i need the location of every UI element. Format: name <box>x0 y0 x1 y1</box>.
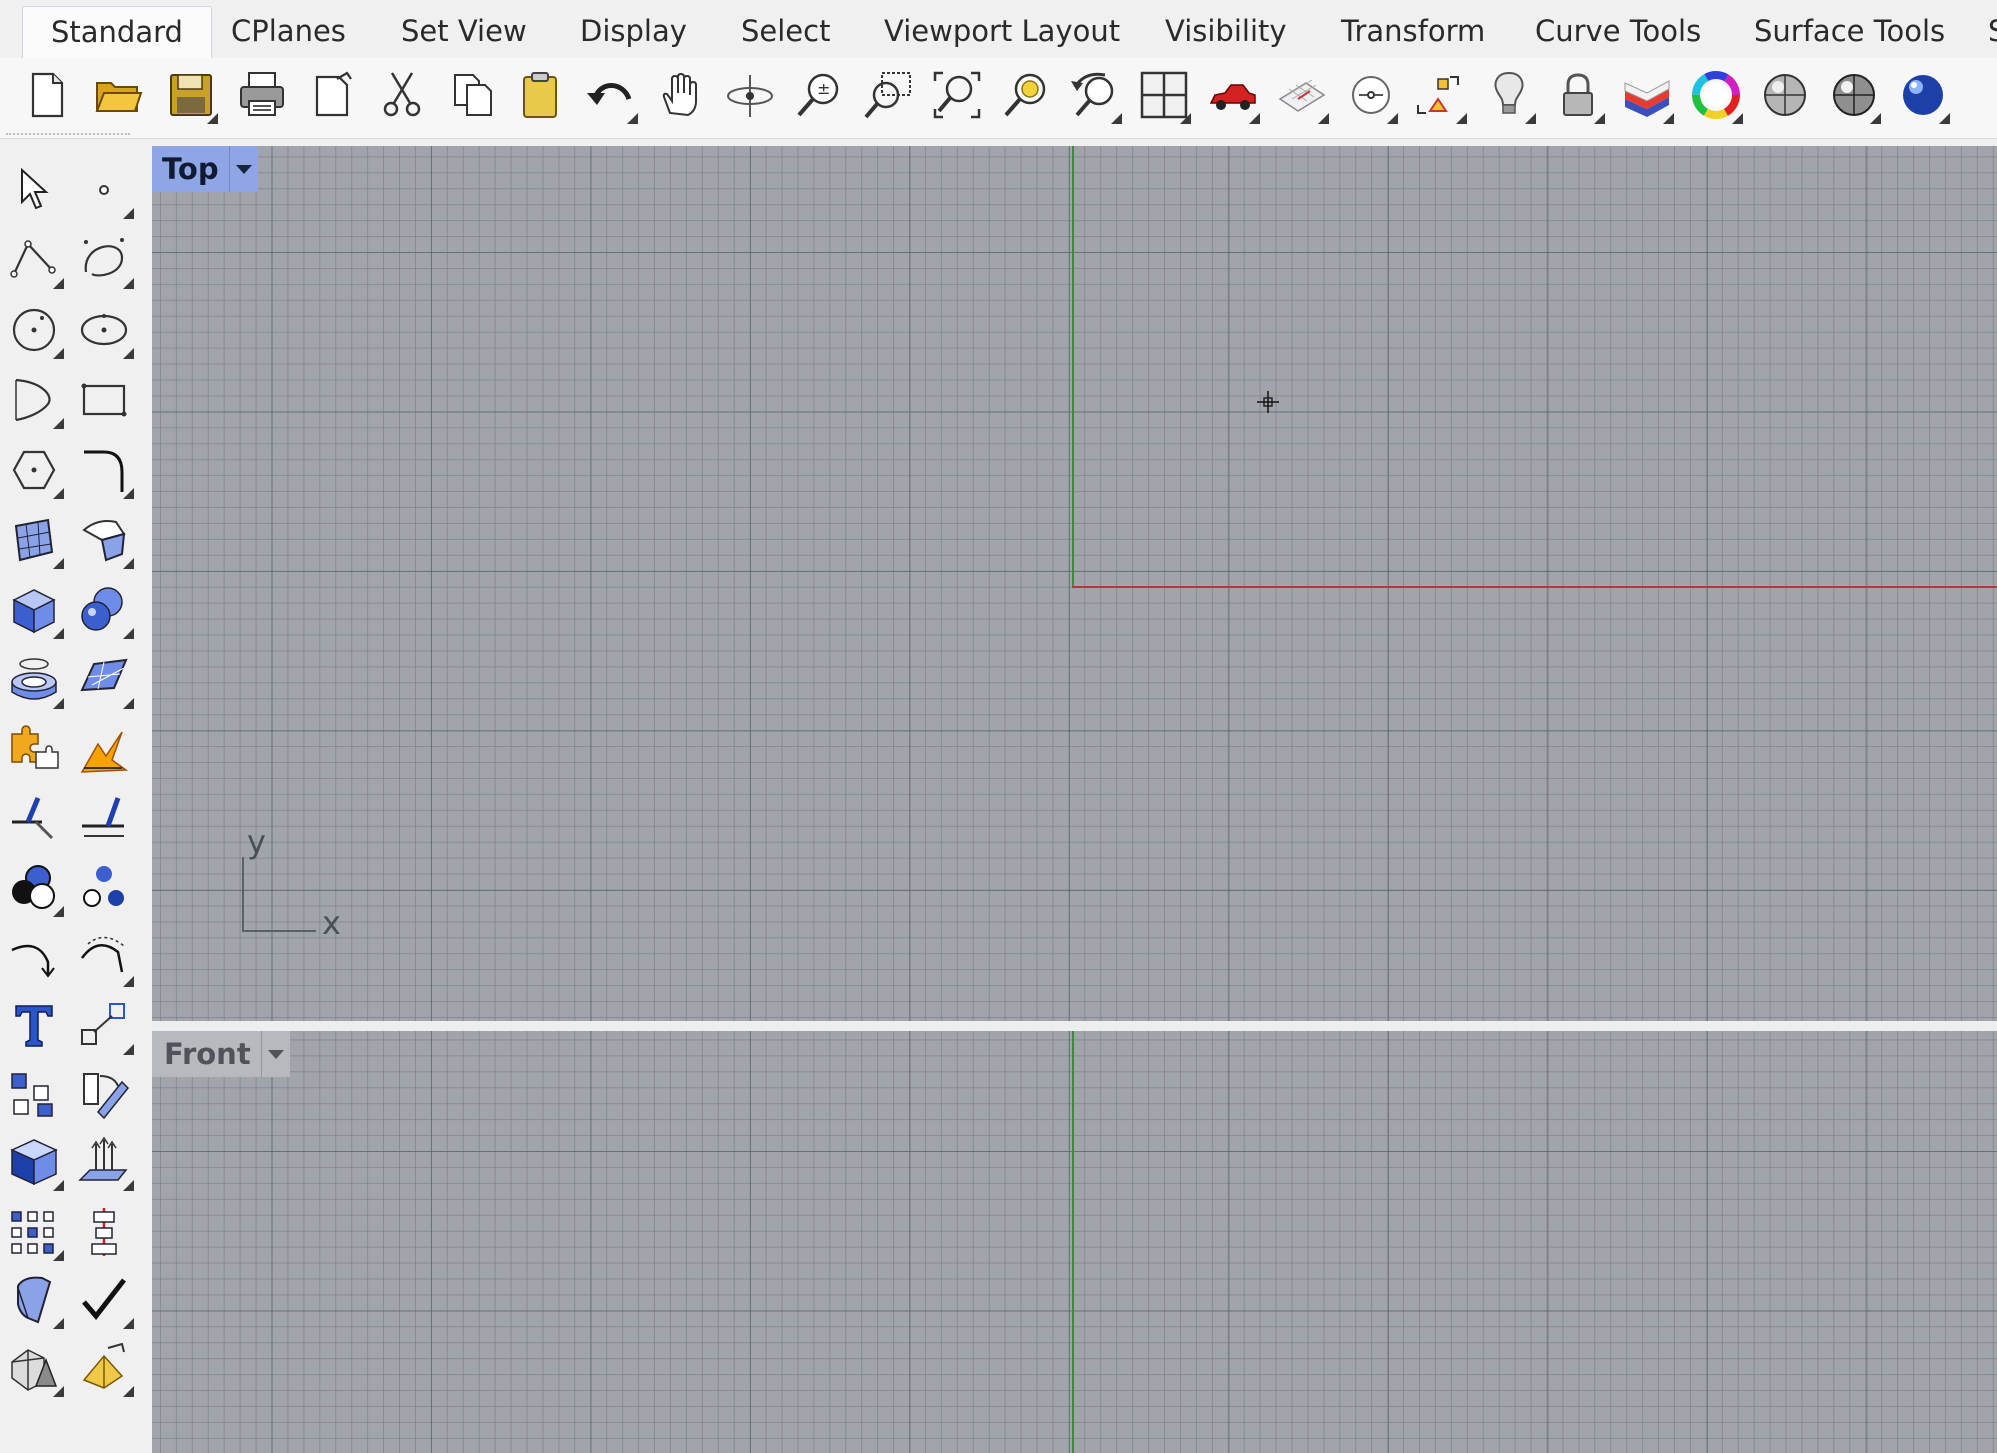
cut-icon[interactable] <box>373 64 431 126</box>
viewport-title-front[interactable]: Front <box>152 1031 290 1077</box>
import-export-icon[interactable] <box>304 64 362 126</box>
axis-label-y: y <box>247 823 266 861</box>
control-point-curve-icon[interactable] <box>72 229 136 291</box>
tab-curve-tools[interactable]: Curve Tools <box>1535 6 1701 58</box>
grid-options-icon[interactable] <box>1273 64 1331 126</box>
top-viewport[interactable]: Top y x <box>152 146 1997 1021</box>
rotate-flip-icon[interactable] <box>72 1063 136 1125</box>
offset-curve-icon[interactable] <box>72 927 136 989</box>
pan-hand-icon[interactable] <box>651 64 709 126</box>
chevron-down-icon[interactable] <box>228 146 258 192</box>
box-icon[interactable] <box>2 579 66 641</box>
color-wheel-icon[interactable] <box>1687 64 1745 126</box>
rectangle-icon[interactable] <box>72 369 136 431</box>
fillet-curve-icon[interactable] <box>72 439 136 501</box>
select-arrow-icon[interactable] <box>2 159 66 221</box>
tab-viewport-layout[interactable]: Viewport Layout <box>884 6 1120 58</box>
bend-icon[interactable] <box>2 1269 66 1331</box>
text-icon[interactable] <box>2 995 66 1057</box>
front-viewport[interactable]: Front <box>152 1031 1997 1453</box>
check-icon[interactable] <box>72 1269 136 1331</box>
crosshair-cursor-icon <box>1257 391 1279 413</box>
tab-display[interactable]: Display <box>580 6 687 58</box>
object-snap-icon[interactable] <box>1411 64 1469 126</box>
cylinder-icon[interactable] <box>2 649 66 711</box>
new-document-icon[interactable] <box>18 64 76 126</box>
array-icon[interactable] <box>2 1201 66 1263</box>
group-icon[interactable] <box>2 1063 66 1125</box>
z-axis-line <box>1072 1031 1074 1453</box>
axis-widget-x <box>242 930 316 932</box>
toolbar-tabs: Standard CPlanes Set View Display Select… <box>0 0 1997 59</box>
svg-text:±: ± <box>817 79 830 98</box>
copy-icon[interactable] <box>444 64 502 126</box>
explode-puzzle-icon[interactable] <box>2 719 66 781</box>
cone-icon[interactable] <box>72 1337 136 1399</box>
tab-set-view[interactable]: Set View <box>401 6 527 58</box>
point-icon[interactable] <box>72 159 136 221</box>
split-edge-icon[interactable] <box>72 787 136 849</box>
blue-sphere-icon[interactable] <box>1894 64 1952 126</box>
split-icon[interactable] <box>2 787 66 849</box>
arc-icon[interactable] <box>2 369 66 431</box>
standard-toolbar: ± <box>0 58 1997 139</box>
paste-icon[interactable] <box>511 64 569 126</box>
boolean-solids-icon[interactable] <box>2 857 66 919</box>
boolean-split-icon[interactable] <box>72 857 136 919</box>
tab-standard[interactable]: Standard <box>22 6 212 58</box>
scale-icon[interactable] <box>72 995 136 1057</box>
polygon-icon[interactable] <box>2 439 66 501</box>
lock-icon[interactable] <box>1549 64 1607 126</box>
surface-from-points-icon[interactable] <box>2 509 66 571</box>
undo-view-icon[interactable] <box>1066 64 1124 126</box>
car-properties-icon[interactable] <box>1204 64 1262 126</box>
circle-icon[interactable] <box>2 299 66 361</box>
zoom-selected-icon[interactable] <box>997 64 1055 126</box>
print-icon[interactable] <box>234 64 292 126</box>
align-icon[interactable] <box>72 1201 136 1263</box>
layers-icon[interactable] <box>1618 64 1676 126</box>
zoom-extents-icon[interactable] <box>928 64 986 126</box>
viewport-name: Front <box>164 1037 251 1071</box>
tab-visibility[interactable]: Visibility <box>1165 6 1287 58</box>
extrude-surface-icon[interactable] <box>72 509 136 571</box>
chevron-down-icon[interactable] <box>260 1031 290 1077</box>
rotate-view-icon[interactable] <box>721 64 779 126</box>
tab-cplanes[interactable]: CPlanes <box>231 6 346 58</box>
rebuild-curve-icon[interactable] <box>2 927 66 989</box>
surface-patch-icon[interactable] <box>72 649 136 711</box>
snap-options-icon[interactable] <box>1342 64 1400 126</box>
trim-icon[interactable] <box>72 719 136 781</box>
viewport-title-top[interactable]: Top <box>152 146 258 192</box>
shaded-sphere-icon[interactable] <box>1756 64 1814 126</box>
polyline-icon[interactable] <box>2 229 66 291</box>
open-folder-icon[interactable] <box>90 64 148 126</box>
solid-edit-icon[interactable] <box>2 1131 66 1193</box>
tab-surface-tools[interactable]: Surface Tools <box>1754 6 1945 58</box>
ellipse-icon[interactable] <box>72 299 136 361</box>
tab-select[interactable]: Select <box>741 6 830 58</box>
lightbulb-icon[interactable] <box>1480 64 1538 126</box>
tab-transform[interactable]: Transform <box>1341 6 1485 58</box>
zoom-in-out-icon[interactable]: ± <box>790 64 848 126</box>
axis-widget-y <box>242 857 244 931</box>
tab-overflow[interactable]: S <box>1988 6 1997 58</box>
viewport-name: Top <box>162 152 219 186</box>
axis-label-x: x <box>322 904 341 942</box>
x-axis-line <box>1072 586 1997 588</box>
boolean-union-icon[interactable] <box>72 579 136 641</box>
zoom-window-icon[interactable] <box>859 64 917 126</box>
main-toolbar-sidebar <box>0 133 150 1453</box>
save-icon[interactable] <box>162 64 220 126</box>
four-viewports-icon[interactable] <box>1135 64 1193 126</box>
undo-icon[interactable] <box>582 64 640 126</box>
extrude-draft-icon[interactable] <box>72 1131 136 1193</box>
y-axis-line <box>1072 146 1074 588</box>
polygon-mesh-icon[interactable] <box>2 1337 66 1399</box>
rendered-sphere-icon[interactable] <box>1825 64 1883 126</box>
viewport-splitter[interactable] <box>152 1021 1997 1031</box>
